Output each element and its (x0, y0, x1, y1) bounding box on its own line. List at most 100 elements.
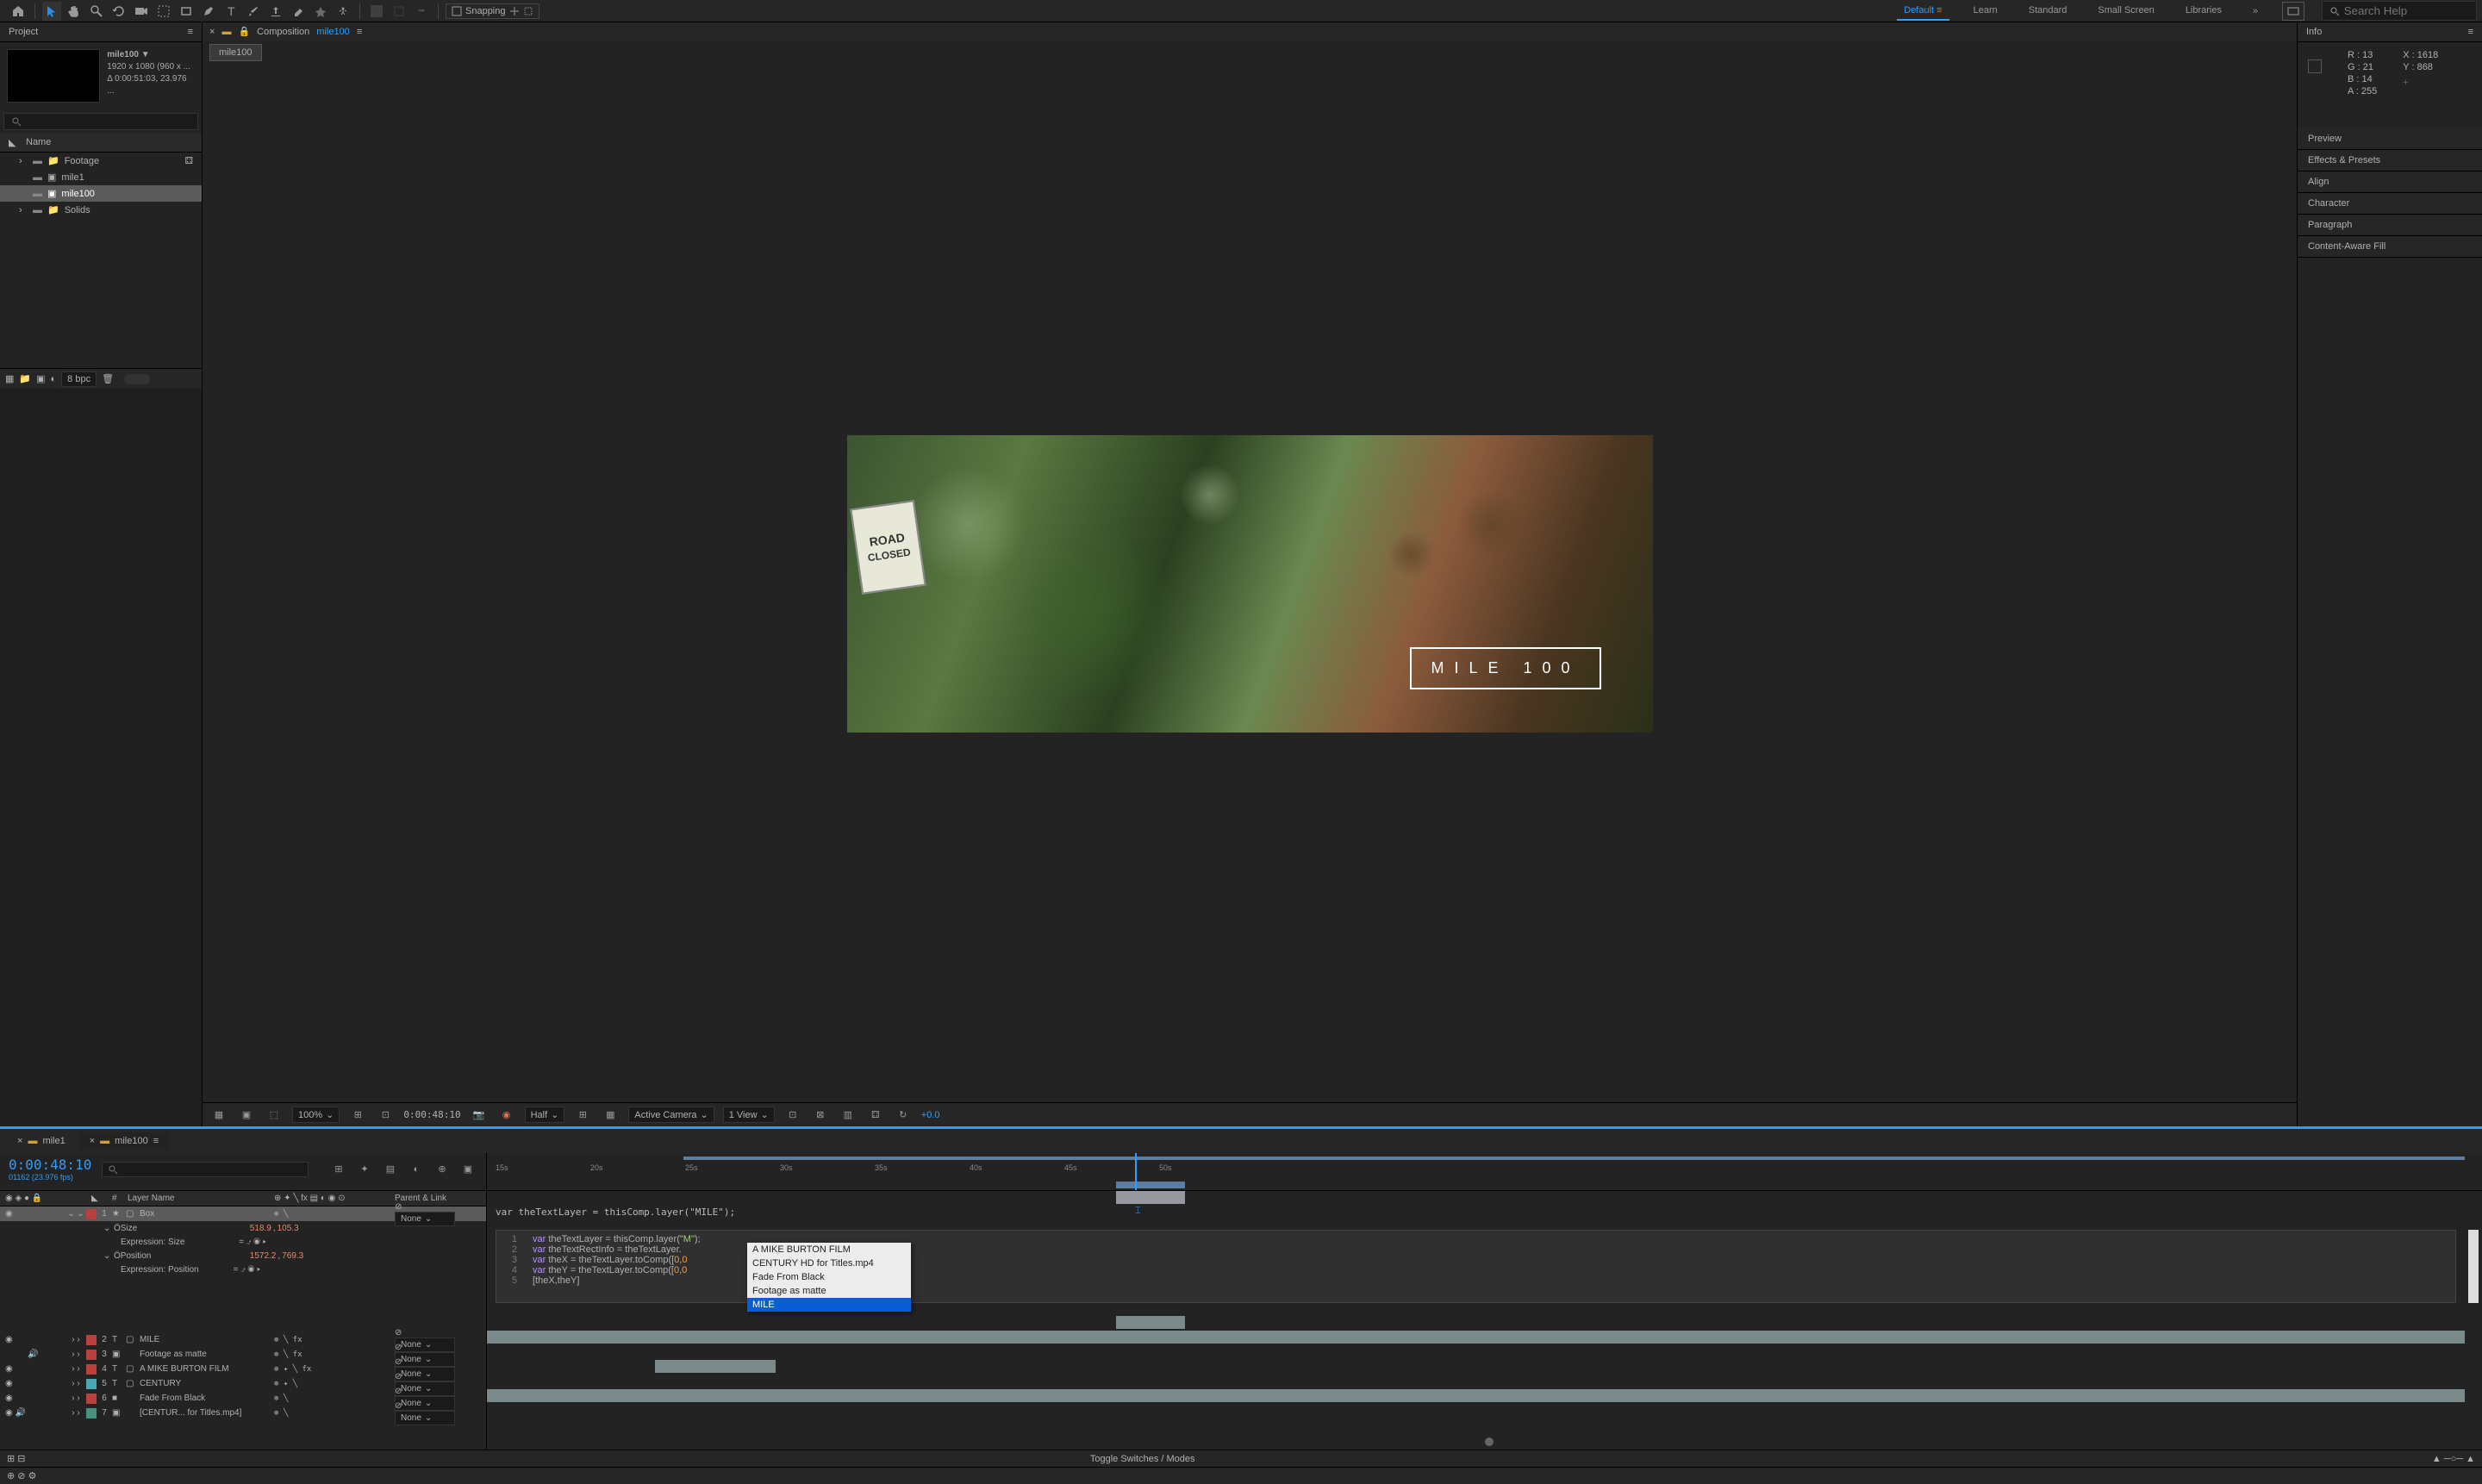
workspace-sync-icon[interactable] (2282, 2, 2304, 21)
3d-icon[interactable]: ⬚ (265, 1106, 284, 1125)
trash-icon[interactable]: 🗑 (102, 373, 114, 384)
timeline-track-area[interactable]: ⌶ var theTextLayer = thisComp.layer("MIL… (487, 1191, 2482, 1450)
layer-row-1[interactable]: ◉ ⌄ ⌄ 1 ★ ▢ Box ⊕ ╲ ⊘ None ⌄ (0, 1207, 486, 1221)
timeline-icon[interactable]: ▥ (839, 1106, 857, 1125)
ac-item[interactable]: Fade From Black (747, 1270, 911, 1284)
clone-tool-icon[interactable] (266, 2, 285, 21)
camera-tool-icon[interactable] (132, 2, 151, 21)
project-item-mile100[interactable]: ▬▣mile100 (0, 185, 202, 202)
panel-preview[interactable]: Preview (2298, 128, 2482, 150)
reset-exp-icon[interactable]: ↻ (894, 1106, 913, 1125)
puppet-tool-icon[interactable] (334, 2, 352, 21)
anchor-tool-icon[interactable] (154, 2, 173, 21)
panel-character[interactable]: Character (2298, 193, 2482, 215)
interpret-icon[interactable]: ▦ (5, 373, 14, 384)
guide-icon[interactable]: ▦ (601, 1106, 620, 1125)
eraser-tool-icon[interactable] (289, 2, 308, 21)
comp-mini-icon[interactable]: ⊞ (329, 1160, 348, 1179)
mile-title-box[interactable]: MILE 100 (1410, 647, 1600, 689)
res-icon[interactable]: ⊞ (348, 1106, 367, 1125)
playhead[interactable] (1135, 1153, 1137, 1190)
comp-icon[interactable]: ▣ (36, 373, 45, 384)
graph-icon[interactable]: ⊕ (433, 1160, 452, 1179)
workspace-small[interactable]: Small Screen (2091, 2, 2161, 21)
timeline-ruler[interactable]: 15s 20s 25s 30s 35s 40s 45s 50s (487, 1153, 2482, 1191)
panel-menu-icon[interactable]: ≡ (2468, 27, 2473, 37)
expr-position[interactable]: Expression: Position = ⍻ ◉ ▸ (0, 1263, 486, 1332)
rotate-tool-icon[interactable] (109, 2, 128, 21)
pen-tool-icon[interactable] (199, 2, 218, 21)
mask-icon[interactable]: ▦ (209, 1106, 228, 1125)
panel-align[interactable]: Align (2298, 171, 2482, 193)
col-name[interactable]: Name (26, 137, 51, 148)
roi-icon[interactable]: ⊡ (376, 1106, 395, 1125)
view-dropdown[interactable]: 1 View ⌄ (723, 1107, 775, 1123)
layer-bar-1[interactable] (1116, 1191, 1185, 1204)
workspace-standard[interactable]: Standard (2022, 2, 2074, 21)
ac-item-selected[interactable]: MILE (747, 1298, 911, 1312)
fast-icon[interactable]: ⊠ (811, 1106, 830, 1125)
workspace-more-icon[interactable]: » (2246, 2, 2265, 21)
expr-size[interactable]: Expression: Size = ⍻ ◉ ▸ (0, 1236, 486, 1249)
timeline-tab-mile1[interactable]: × ▬ mile1 (7, 1132, 76, 1150)
project-item-solids[interactable]: ›▬📁Solids (0, 202, 202, 218)
fill-icon[interactable] (367, 2, 386, 21)
workspace-default[interactable]: Default ≡ (1897, 2, 1949, 21)
panel-caf[interactable]: Content-Aware Fill (2298, 236, 2482, 258)
close-tab-icon[interactable]: × (209, 27, 215, 37)
viewer-timecode[interactable]: 0:00:48:10 (403, 1109, 460, 1120)
comp-breadcrumb[interactable]: mile100 (209, 44, 262, 61)
timeline-timecode[interactable]: 0:00:48:10 (9, 1157, 91, 1173)
layer-bar-2[interactable] (1116, 1316, 1185, 1329)
help-search-input[interactable] (2344, 4, 2469, 17)
layer-bar-5[interactable] (655, 1360, 776, 1373)
prop-position[interactable]: ⌄Ö Position 1572.2,769.3 (0, 1249, 486, 1263)
workspace-libraries[interactable]: Libraries (2179, 2, 2229, 21)
editor-scrollbar[interactable] (2468, 1230, 2479, 1303)
camera-dropdown[interactable]: Active Camera ⌄ (628, 1107, 714, 1123)
ac-item[interactable]: CENTURY HD for Titles.mp4 (747, 1256, 911, 1270)
toggle-switches[interactable]: Toggle Switches / Modes (1090, 1454, 1195, 1464)
composition-viewer[interactable]: ROAD CLOSED MILE 100 (203, 65, 2297, 1102)
bpc-dropdown[interactable]: 8 bpc (61, 371, 97, 387)
home-icon[interactable] (9, 2, 28, 21)
stroke-width-icon[interactable]: ━ (412, 2, 431, 21)
comp-name-link[interactable]: mile100 (316, 27, 350, 37)
layer-bar-7[interactable] (487, 1389, 2465, 1402)
tag-icon[interactable]: ◣ (9, 137, 26, 148)
quality-dropdown[interactable]: Half ⌄ (525, 1107, 565, 1123)
shy-icon[interactable]: ✦ (355, 1160, 374, 1179)
ac-item[interactable]: Footage as matte (747, 1284, 911, 1298)
ac-item[interactable]: A MIKE BURTON FILM (747, 1243, 911, 1256)
project-item-footage[interactable]: ›▬📁Footage ⚃ (0, 153, 202, 169)
snap-opt2-icon[interactable] (523, 6, 533, 16)
zoom-tool-icon[interactable] (87, 2, 106, 21)
draft-icon[interactable]: ⊡ (783, 1106, 802, 1125)
comp-thumbnail[interactable] (7, 49, 100, 103)
toggle-switch[interactable] (124, 374, 150, 384)
flowchart-icon[interactable]: ⚃ (866, 1106, 885, 1125)
timeline-tab-mile100[interactable]: × ▬ mile100 ≡ (79, 1132, 169, 1150)
exposure-value[interactable]: +0.0 (921, 1110, 940, 1120)
flowchart-icon[interactable]: ⚃ (184, 155, 193, 166)
transparency-icon[interactable]: ▣ (237, 1106, 256, 1125)
snapshot-icon[interactable]: 📷 (470, 1106, 489, 1125)
workspace-learn[interactable]: Learn (1967, 2, 2005, 21)
adjust-icon[interactable]: ◐ (51, 374, 57, 384)
zoom-scroll[interactable] (487, 1437, 2482, 1446)
folder-icon[interactable]: 📁 (19, 373, 31, 384)
snapping-toggle[interactable]: Snapping (446, 3, 539, 19)
render-icon[interactable]: ▣ (458, 1160, 477, 1179)
frame-blend-icon[interactable]: ▤ (381, 1160, 400, 1179)
lock-icon[interactable]: 🔒 (238, 26, 250, 37)
help-search[interactable] (2322, 1, 2477, 21)
hand-tool-icon[interactable] (65, 2, 84, 21)
project-item-mile1[interactable]: ▬▣mile1 (0, 169, 202, 185)
grid-icon[interactable]: ⊞ (573, 1106, 592, 1125)
project-search[interactable] (3, 113, 198, 130)
rect-tool-icon[interactable] (177, 2, 196, 21)
motion-blur-icon[interactable]: ◐ (407, 1160, 426, 1179)
layer-row-7[interactable]: ◉ 🔊› › 7 ▣ [CENTUR... for Titles.mp4] ⊕ … (0, 1406, 486, 1420)
panel-paragraph[interactable]: Paragraph (2298, 215, 2482, 236)
panel-menu-icon[interactable]: ≡ (188, 27, 193, 37)
